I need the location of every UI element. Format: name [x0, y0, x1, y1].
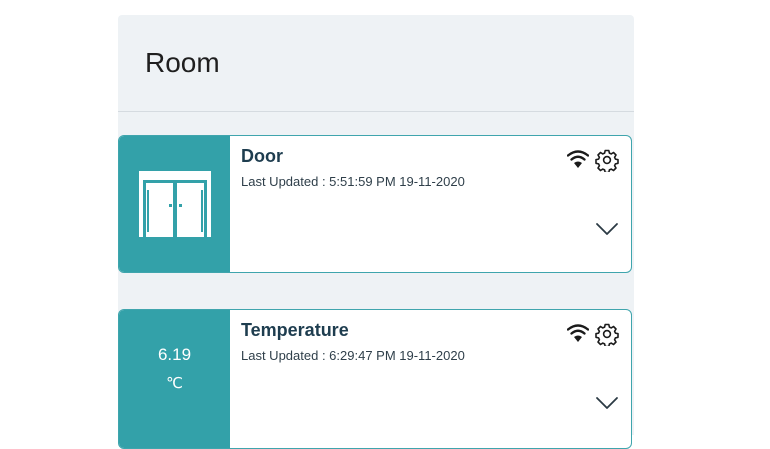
- last-updated-text: Last Updated : 6:29:47 PM 19-11-2020: [241, 348, 465, 363]
- device-image-panel: [119, 136, 230, 272]
- chevron-down-icon[interactable]: [595, 221, 619, 237]
- temperature-readout-panel: 6.19 ℃: [119, 310, 230, 448]
- panel-header: Room: [118, 15, 634, 112]
- panel-title: Room: [145, 47, 220, 78]
- device-card-door[interactable]: Door Last Updated : 5:51:59 PM 19-11-202…: [118, 135, 632, 273]
- chevron-down-icon[interactable]: [595, 395, 619, 411]
- gear-icon[interactable]: [595, 148, 619, 172]
- temperature-unit: ℃: [166, 374, 183, 392]
- wifi-icon: [567, 324, 589, 342]
- gear-icon[interactable]: [595, 322, 619, 346]
- device-title: Door: [241, 146, 283, 166]
- wifi-icon: [567, 150, 589, 168]
- device-card-temperature[interactable]: 6.19 ℃ Temperature Last Updated : 6:29:4…: [118, 309, 632, 449]
- temperature-value: 6.19: [157, 344, 192, 364]
- last-updated-text: Last Updated : 5:51:59 PM 19-11-2020: [241, 174, 465, 189]
- device-title: Temperature: [241, 320, 349, 340]
- room-panel: Room Door Last Updated : 5:51:59 PM 19-1…: [118, 15, 634, 449]
- door-icon: [138, 171, 211, 237]
